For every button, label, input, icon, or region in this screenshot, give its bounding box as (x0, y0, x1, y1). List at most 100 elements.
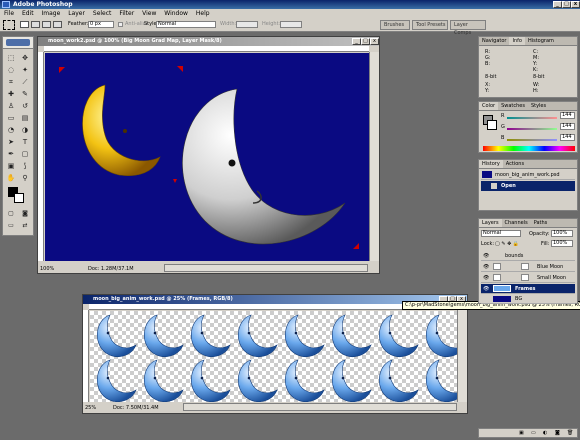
adjustment-icon[interactable]: ◐ (543, 430, 547, 436)
blur-icon[interactable]: ◔ (5, 125, 17, 135)
fill-input[interactable]: 100% (551, 240, 573, 247)
menu-view[interactable]: View (142, 10, 156, 17)
new-selection-icon[interactable] (20, 21, 29, 28)
type-icon[interactable]: T (19, 137, 31, 147)
move-icon[interactable]: ✥ (19, 53, 31, 63)
style-select[interactable]: Normal (156, 21, 216, 28)
healing-brush-icon[interactable]: ✚ (5, 89, 17, 99)
notes-icon[interactable]: ▣ (5, 161, 17, 171)
new-layer-icon[interactable]: ▣ (519, 430, 524, 436)
trash-icon[interactable]: 🗑 (567, 430, 573, 436)
horizontal-ruler[interactable] (44, 46, 369, 52)
canvas[interactable] (45, 53, 369, 261)
tab-histogram[interactable]: Histogram (525, 37, 557, 45)
pen-icon[interactable]: ✒ (5, 149, 17, 159)
horizontal-scrollbar[interactable] (183, 403, 457, 411)
vertical-scrollbar[interactable] (369, 52, 379, 261)
menu-filter[interactable]: Filter (119, 10, 134, 17)
layer-row[interactable]: BG (481, 295, 575, 304)
document-window-moon-big-anim[interactable]: moon_big_anim_work.psd @ 25% (Frames, RG… (82, 294, 468, 414)
blend-mode-select[interactable]: Normal (481, 230, 521, 237)
tab-channels[interactable]: Channels (502, 219, 531, 227)
tab-layers[interactable]: Layers (479, 219, 502, 227)
eyedropper-icon[interactable]: ⟆ (19, 161, 31, 171)
layer-row[interactable]: 👁 Small Moon (481, 273, 575, 283)
shape-icon[interactable]: ▢ (19, 149, 31, 159)
layer-row[interactable]: 👁 Blue Moon (481, 262, 575, 272)
palette-well-layer-comps[interactable]: Layer Comps (450, 20, 486, 36)
layer-row-selected[interactable]: 👁 Frames (481, 284, 575, 294)
eye-icon[interactable]: 👁 (483, 262, 489, 272)
tab-info[interactable]: Info (509, 37, 525, 45)
menu-edit[interactable]: Edit (22, 10, 34, 17)
document-window-moon-work2[interactable]: moon_work2.psd @ 100% (Big Moon Grad Map… (37, 36, 380, 274)
height-input[interactable] (280, 21, 302, 28)
history-step-open[interactable]: Open (481, 181, 575, 191)
vertical-scrollbar[interactable] (457, 310, 467, 402)
eye-icon[interactable]: 👁 (483, 273, 489, 283)
vertical-ruler[interactable] (83, 310, 89, 402)
quick-mask-icon[interactable]: ◙ (19, 209, 31, 219)
feather-input[interactable]: 0 px (88, 21, 114, 28)
path-selection-icon[interactable]: ➤ (5, 137, 17, 147)
subtract-selection-icon[interactable] (42, 21, 51, 28)
folder-icon[interactable]: ▭ (531, 430, 536, 436)
mask-icon[interactable]: ◙ (555, 430, 560, 436)
eraser-icon[interactable]: ▭ (5, 113, 17, 123)
bg-color-swatch[interactable] (487, 120, 497, 130)
color-ramp[interactable] (483, 146, 575, 151)
history-snapshot[interactable]: moon_big_anim_work.psd (481, 170, 575, 180)
tab-styles[interactable]: Styles (528, 102, 549, 110)
channel-g-slider[interactable] (507, 128, 557, 130)
tab-history[interactable]: History (479, 160, 503, 168)
menu-file[interactable]: File (4, 10, 14, 17)
zoom-level[interactable]: 100% (40, 265, 70, 273)
menu-layer[interactable]: Layer (68, 10, 85, 17)
vertical-ruler[interactable] (38, 52, 44, 261)
channel-b-value[interactable]: 144 (560, 134, 575, 141)
imageready-icon[interactable]: ⇄ (19, 221, 31, 231)
tab-actions[interactable]: Actions (503, 160, 527, 168)
slice-icon[interactable]: ⟋ (19, 77, 31, 87)
width-input[interactable] (236, 21, 258, 28)
eye-icon[interactable]: 👁 (483, 284, 489, 294)
dodge-icon[interactable]: ◑ (19, 125, 31, 135)
maximize-button[interactable]: □ (562, 1, 571, 8)
opacity-input[interactable]: 100% (551, 230, 573, 237)
brush-icon[interactable]: ✎ (19, 89, 31, 99)
document-title[interactable]: moon_work2.psd @ 100% (Big Moon Grad Map… (38, 37, 379, 46)
add-selection-icon[interactable] (31, 21, 40, 28)
crop-icon[interactable]: ⌗ (5, 77, 17, 87)
canvas[interactable] (90, 311, 457, 402)
screen-mode-icon[interactable]: ▭ (5, 221, 17, 231)
tab-navigator[interactable]: Navigator (479, 37, 509, 45)
menu-image[interactable]: Image (42, 10, 61, 17)
horizontal-scrollbar[interactable] (164, 264, 368, 272)
channel-b-slider[interactable] (507, 139, 557, 141)
zoom-level[interactable]: 25% (85, 404, 115, 412)
clone-stamp-icon[interactable]: ♙ (5, 101, 17, 111)
menu-select[interactable]: Select (93, 10, 112, 17)
channel-g-value[interactable]: 144 (560, 123, 575, 130)
gradient-icon[interactable]: ▤ (19, 113, 31, 123)
antialias-checkbox[interactable] (118, 22, 123, 27)
minimize-button[interactable]: _ (553, 1, 562, 8)
marquee-tool-icon[interactable] (3, 20, 15, 30)
lasso-icon[interactable]: ◌ (5, 65, 17, 75)
background-color-swatch[interactable] (14, 193, 24, 203)
close-button[interactable]: x (571, 1, 580, 8)
doc1-close-button[interactable]: x (370, 38, 379, 45)
menu-help[interactable]: Help (196, 10, 210, 17)
marquee-icon[interactable]: ⬚ (5, 53, 17, 63)
hand-icon[interactable]: ✋ (5, 173, 17, 183)
menu-window[interactable]: Window (164, 10, 188, 17)
palette-well-tool-presets[interactable]: Tool Presets (412, 20, 448, 30)
lock-icons[interactable]: ▢ ✎ ✥ 🔒 (495, 241, 535, 247)
zoom-icon[interactable]: ⚲ (19, 173, 31, 183)
doc1-maximize-button[interactable]: □ (361, 38, 370, 45)
channel-r-value[interactable]: 144 (560, 112, 575, 119)
palette-well-brushes[interactable]: Brushes (380, 20, 410, 30)
doc1-minimize-button[interactable]: _ (352, 38, 361, 45)
history-brush-icon[interactable]: ↺ (19, 101, 31, 111)
channel-r-slider[interactable] (507, 117, 557, 119)
